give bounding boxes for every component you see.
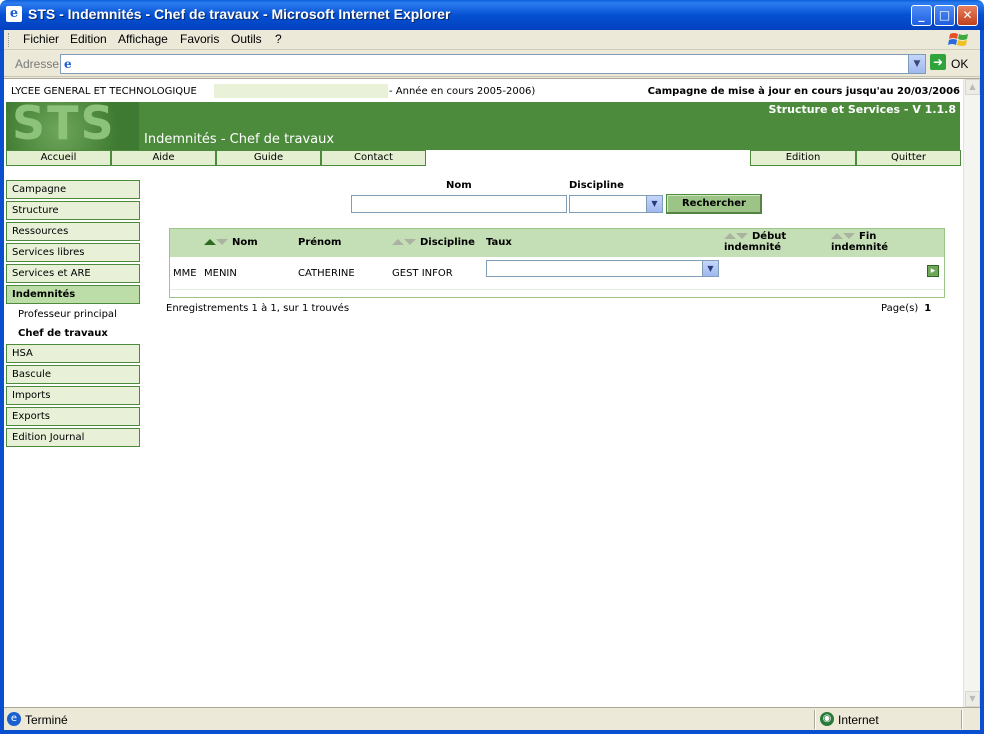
sort-asc-icon[interactable] xyxy=(831,233,843,239)
status-bar: e Terminé ◉ Internet xyxy=(4,707,980,730)
row-nom: MENIN xyxy=(204,268,237,279)
sort-desc-icon[interactable] xyxy=(736,233,748,239)
page-viewport: LYCEE GENERAL ET TECHNOLOGIQUE - Année e… xyxy=(4,78,980,707)
campaign-notice: Campagne de mise à jour en cours jusqu'a… xyxy=(647,86,960,97)
page-title: Indemnités - Chef de travaux xyxy=(144,132,335,147)
pagination: Page(s) 1 xyxy=(881,303,931,314)
nav-quitter[interactable]: Quitter xyxy=(856,150,961,166)
menu-fichier[interactable]: Fichier xyxy=(23,32,59,46)
go-button[interactable]: OK xyxy=(951,57,968,71)
windows-logo-icon xyxy=(948,33,968,46)
menu-favoris[interactable]: Favoris xyxy=(180,32,219,46)
sort-asc-active-icon[interactable] xyxy=(204,239,216,245)
discipline-select[interactable]: ▼ xyxy=(569,195,663,213)
row-discipline: GEST INFOR xyxy=(392,268,453,279)
rechercher-button[interactable]: Rechercher xyxy=(666,194,762,214)
menu-edition[interactable]: Edition xyxy=(70,32,107,46)
sort-asc-icon[interactable] xyxy=(392,239,404,245)
sidebar-subitem-chef-de-travaux[interactable]: Chef de travaux xyxy=(18,328,108,339)
results-table: Nom Prénom Discipline Taux Début indemni… xyxy=(169,228,945,298)
sort-asc-icon[interactable] xyxy=(724,233,736,239)
address-input[interactable]: e ▼ xyxy=(60,54,926,74)
status-text: Terminé xyxy=(25,713,68,727)
sidebar-item-bascule[interactable]: Bascule xyxy=(6,365,140,384)
row-divider xyxy=(170,289,944,290)
sidebar-item-services-are[interactable]: Services et ARE xyxy=(6,264,140,283)
menu-bar: Fichier Edition Affichage Favoris Outils… xyxy=(4,30,980,50)
zone-text: Internet xyxy=(838,713,879,727)
scroll-up-icon[interactable]: ▲ xyxy=(965,79,980,95)
scroll-down-icon[interactable]: ▼ xyxy=(965,691,980,707)
school-year: - Année en cours 2005-2006) xyxy=(389,86,536,97)
nom-sort-header[interactable]: Nom xyxy=(204,237,258,248)
discipline-label: Discipline xyxy=(569,180,624,191)
sort-desc-icon[interactable] xyxy=(404,239,416,245)
nav-edition[interactable]: Edition xyxy=(750,150,856,166)
fin-indemnite-header[interactable]: Fin indemnité xyxy=(831,231,888,253)
prenom-header: Prénom xyxy=(298,237,342,248)
window-title: STS - Indemnités - Chef de travaux - Mic… xyxy=(28,6,451,22)
records-count: Enregistrements 1 à 1, sur 1 trouvés xyxy=(166,303,350,314)
sidebar-item-imports[interactable]: Imports xyxy=(6,386,140,405)
status-separator xyxy=(814,710,816,729)
chevron-down-icon[interactable]: ▼ xyxy=(646,196,662,212)
nom-search-input[interactable] xyxy=(351,195,567,213)
sts-logo: STS xyxy=(6,102,139,150)
discipline-sort-header[interactable]: Discipline xyxy=(392,237,475,248)
go-arrow-icon[interactable]: ➜ xyxy=(930,54,946,70)
close-button[interactable]: ✕ xyxy=(957,5,978,26)
sidebar-item-services-libres[interactable]: Services libres xyxy=(6,243,140,262)
sidebar-item-campagne[interactable]: Campagne xyxy=(6,180,140,199)
lycee-name: LYCEE GENERAL ET TECHNOLOGIQUE xyxy=(11,86,197,97)
taux-header: Taux xyxy=(486,237,512,248)
sidebar-subitem-professeur-principal[interactable]: Professeur principal xyxy=(18,309,117,320)
address-bar: Adresse e ▼ ➜ OK xyxy=(4,51,980,77)
nav-guide[interactable]: Guide xyxy=(216,150,321,166)
sidebar-item-edition-journal[interactable]: Edition Journal xyxy=(6,428,140,447)
ie-app-icon: e xyxy=(6,6,22,22)
maximize-button[interactable]: □ xyxy=(934,5,955,26)
menu-affichage[interactable]: Affichage xyxy=(118,32,168,46)
page-icon: e xyxy=(64,57,72,71)
taux-select[interactable]: ▼ xyxy=(486,260,719,277)
vertical-scrollbar[interactable]: ▲ ▼ xyxy=(963,79,980,707)
globe-icon: ◉ xyxy=(820,712,834,726)
table-header xyxy=(170,229,944,257)
toolbar-grip xyxy=(8,33,11,47)
sidebar-item-exports[interactable]: Exports xyxy=(6,407,140,426)
row-civilite: MME xyxy=(173,268,197,279)
page-done-icon: e xyxy=(7,712,21,726)
header-banner: STS Structure et Services - V 1.1.8 Inde… xyxy=(6,102,960,150)
nav-aide[interactable]: Aide xyxy=(111,150,216,166)
sort-desc-icon[interactable] xyxy=(216,239,228,245)
row-action-icon[interactable]: ▸ xyxy=(927,265,939,277)
menu-outils[interactable]: Outils xyxy=(231,32,262,46)
menu-help[interactable]: ? xyxy=(275,32,282,46)
status-separator xyxy=(961,710,963,729)
title-bar: e STS - Indemnités - Chef de travaux - M… xyxy=(0,0,984,30)
lycee-name-redacted xyxy=(214,84,388,98)
sidebar-item-indemnites[interactable]: Indemnités xyxy=(6,285,140,304)
address-label: Adresse xyxy=(15,57,60,71)
nav-contact[interactable]: Contact xyxy=(321,150,426,166)
page-link-1[interactable]: 1 xyxy=(924,303,931,314)
minimize-button[interactable]: _ xyxy=(911,5,932,26)
pages-label: Page(s) xyxy=(881,303,919,314)
debut-indemnite-header[interactable]: Début indemnité xyxy=(724,231,786,253)
nom-label: Nom xyxy=(446,180,472,191)
address-dropdown-icon[interactable]: ▼ xyxy=(908,55,925,73)
row-prenom: CATHERINE xyxy=(298,268,355,279)
app-version: Structure et Services - V 1.1.8 xyxy=(768,103,956,116)
nav-accueil[interactable]: Accueil xyxy=(6,150,111,166)
sidebar-item-ressources[interactable]: Ressources xyxy=(6,222,140,241)
sidebar-item-structure[interactable]: Structure xyxy=(6,201,140,220)
sort-desc-icon[interactable] xyxy=(843,233,855,239)
sidebar-item-hsa[interactable]: HSA xyxy=(6,344,140,363)
chevron-down-icon[interactable]: ▼ xyxy=(702,261,718,276)
